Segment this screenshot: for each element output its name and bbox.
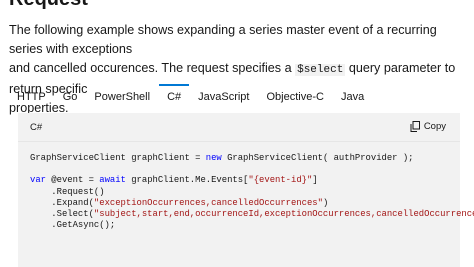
copy-button[interactable]: Copy bbox=[410, 121, 446, 132]
tab-csharp[interactable]: C# bbox=[159, 84, 190, 108]
code-line-3: .Request() bbox=[30, 186, 105, 197]
description-line-1: The following example shows expanding a … bbox=[9, 23, 437, 56]
code-line-4: .Expand("exceptionOccurrences,cancelledO… bbox=[30, 197, 329, 208]
code-line-2: var @event = await graphClient.Me.Events… bbox=[30, 175, 318, 186]
tab-javascript[interactable]: JavaScript bbox=[190, 84, 257, 108]
description-line-2-start: and cancelled occurences. The request sp… bbox=[9, 61, 296, 75]
code-line-6: .GetAsync(); bbox=[30, 220, 116, 231]
code-block: GraphServiceClient graphClient = new Gra… bbox=[30, 153, 474, 231]
tab-go[interactable]: Go bbox=[55, 84, 86, 108]
tab-http[interactable]: HTTP bbox=[9, 84, 54, 108]
code-language-label: C# bbox=[30, 122, 43, 133]
select-inline-code: $select bbox=[295, 64, 346, 76]
code-line-1: GraphServiceClient graphClient = new Gra… bbox=[30, 153, 414, 163]
tab-powershell[interactable]: PowerShell bbox=[86, 84, 158, 108]
copy-label: Copy bbox=[423, 121, 446, 132]
copy-icon bbox=[410, 121, 420, 132]
tab-java[interactable]: Java bbox=[333, 84, 372, 108]
tab-objective-c[interactable]: Objective-C bbox=[258, 84, 331, 108]
code-line-5: .Select("subject,start,end,occurrenceId,… bbox=[30, 209, 474, 220]
code-header: C# Copy bbox=[18, 113, 460, 142]
code-panel: C# Copy GraphServiceClient graphClient =… bbox=[18, 113, 474, 267]
section-heading: Request bbox=[9, 0, 88, 11]
language-tabs: HTTP Go PowerShell C# JavaScript Objecti… bbox=[9, 84, 474, 108]
